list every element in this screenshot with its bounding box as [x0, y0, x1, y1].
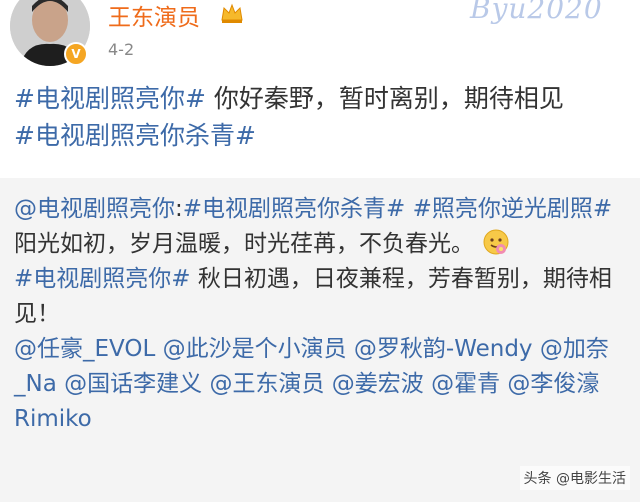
post-text: #电视剧照亮你# 你好秦野，暂时离别，期待相见 #电视剧照亮你杀青# — [14, 80, 634, 154]
flower-smile-emoji — [483, 229, 509, 255]
hashtag-link[interactable]: #电视剧照亮你# — [14, 266, 191, 292]
mention-link[interactable]: @此沙是个小演员 — [163, 336, 347, 362]
colon-text: : — [175, 196, 183, 222]
crown-icon — [221, 3, 243, 23]
post-date: 4-2 — [108, 40, 135, 59]
repost-text: @电视剧照亮你:#电视剧照亮你杀青# #照亮你逆光剧照# 阳光如初，岁月温暖，时… — [14, 192, 634, 437]
mention-link[interactable]: @任豪_EVOL — [14, 336, 155, 362]
mention-link[interactable]: @电视剧照亮你 — [14, 196, 175, 222]
post-header: V 王东演员 4-2 Byu2020 — [0, 0, 640, 72]
source-watermark: 头条 @电影生活 — [519, 466, 630, 490]
mention-link[interactable]: @国话李建义 — [64, 371, 202, 397]
mention-link[interactable]: @王东演员 — [209, 371, 324, 397]
hashtag-link[interactable]: #电视剧照亮你杀青# — [183, 196, 406, 222]
mention-link[interactable]: @罗秋韵-Wendy — [354, 336, 533, 362]
hashtag-link[interactable]: #照亮你逆光剧照# — [405, 196, 613, 222]
stamp-watermark: Byu2020 — [470, 0, 603, 25]
hashtag-link[interactable]: #电视剧照亮你杀青# — [14, 121, 256, 150]
mention-link[interactable]: @姜宏波 — [332, 371, 424, 397]
username[interactable]: 王东演员 — [108, 0, 200, 32]
repost-card[interactable]: @电视剧照亮你:#电视剧照亮你杀青# #照亮你逆光剧照# 阳光如初，岁月温暖，时… — [0, 178, 640, 502]
mention-link[interactable]: @霍青 — [431, 371, 500, 397]
hashtag-link[interactable]: #电视剧照亮你# — [14, 84, 206, 113]
post-body-text: 你好秦野，暂时离别，期待相见 — [205, 84, 564, 113]
repost-body-text: 阳光如初，岁月温暖，时光荏苒，不负春光。 — [14, 231, 474, 257]
verified-v-icon: V — [64, 42, 88, 66]
